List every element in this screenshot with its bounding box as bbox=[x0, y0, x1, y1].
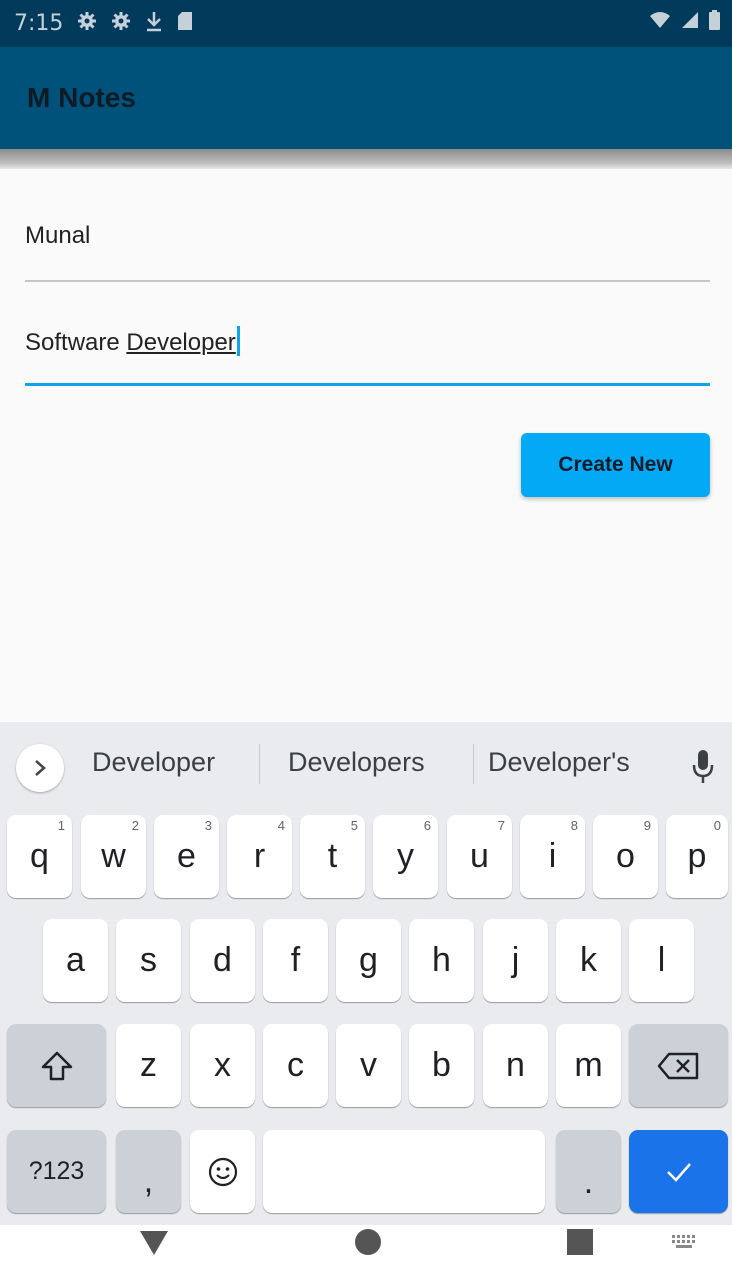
key-m[interactable]: m bbox=[556, 1024, 621, 1107]
app-bar-shadow bbox=[0, 149, 732, 169]
status-bar: 7:15 bbox=[0, 0, 732, 47]
key-u[interactable]: 7u bbox=[447, 815, 512, 898]
text-cursor bbox=[236, 326, 240, 356]
key-g[interactable]: g bbox=[336, 919, 401, 1002]
description-field-underline bbox=[25, 383, 710, 386]
keyboard: Developer Developers Developer's 1q 2w 3… bbox=[0, 722, 732, 1225]
description-composing-text: Developer bbox=[126, 329, 236, 356]
key-a[interactable]: a bbox=[43, 919, 108, 1002]
keyboard-switch-icon[interactable] bbox=[672, 1235, 698, 1249]
enter-key[interactable] bbox=[629, 1130, 728, 1213]
key-w[interactable]: 2w bbox=[81, 815, 146, 898]
wifi-icon bbox=[649, 11, 671, 34]
description-field-value: Software Developer bbox=[25, 326, 240, 356]
sd-card-icon bbox=[177, 11, 193, 37]
checkmark-icon bbox=[666, 1162, 691, 1182]
period-key[interactable]: . bbox=[556, 1130, 621, 1213]
app-bar: M Notes bbox=[0, 47, 732, 149]
key-d[interactable]: d bbox=[190, 919, 255, 1002]
key-p[interactable]: 0p bbox=[666, 815, 728, 898]
name-field[interactable]: Munal bbox=[25, 222, 710, 282]
key-j[interactable]: j bbox=[483, 919, 548, 1002]
key-f[interactable]: f bbox=[263, 919, 328, 1002]
suggestion-divider bbox=[473, 744, 474, 784]
key-i[interactable]: 8i bbox=[520, 815, 585, 898]
key-o[interactable]: 9o bbox=[593, 815, 658, 898]
download-icon bbox=[145, 10, 163, 38]
home-circle-icon[interactable] bbox=[354, 1228, 382, 1256]
key-y[interactable]: 6y bbox=[373, 815, 438, 898]
status-time: 7:15 bbox=[14, 11, 64, 36]
key-b[interactable]: b bbox=[409, 1024, 474, 1107]
key-e[interactable]: 3e bbox=[154, 815, 219, 898]
suggestion-3[interactable]: Developer's bbox=[488, 747, 630, 778]
key-c[interactable]: c bbox=[263, 1024, 328, 1107]
key-n[interactable]: n bbox=[483, 1024, 548, 1107]
key-l[interactable]: l bbox=[629, 919, 694, 1002]
back-triangle-icon[interactable] bbox=[139, 1230, 169, 1256]
name-field-underline bbox=[25, 280, 710, 282]
key-t[interactable]: 5t bbox=[300, 815, 365, 898]
space-key[interactable] bbox=[263, 1130, 545, 1213]
signal-icon bbox=[681, 11, 699, 34]
name-field-value: Munal bbox=[25, 222, 91, 249]
gear-icon bbox=[77, 11, 97, 37]
key-q[interactable]: 1q bbox=[7, 815, 72, 898]
key-v[interactable]: v bbox=[336, 1024, 401, 1107]
key-r[interactable]: 4r bbox=[227, 815, 292, 898]
suggestion-1[interactable]: Developer bbox=[92, 747, 215, 778]
description-field[interactable]: Software Developer bbox=[25, 326, 710, 386]
key-h[interactable]: h bbox=[409, 919, 474, 1002]
microphone-icon[interactable] bbox=[690, 748, 716, 788]
app-title: M Notes bbox=[27, 82, 136, 113]
emoji-key[interactable] bbox=[190, 1130, 255, 1213]
emoji-icon bbox=[208, 1157, 237, 1186]
comma-key[interactable]: , bbox=[116, 1130, 181, 1213]
shift-icon bbox=[41, 1051, 72, 1080]
backspace-key[interactable] bbox=[629, 1024, 728, 1107]
key-x[interactable]: x bbox=[190, 1024, 255, 1107]
recents-square-icon[interactable] bbox=[567, 1229, 593, 1255]
key-z[interactable]: z bbox=[116, 1024, 181, 1107]
backspace-icon bbox=[657, 1052, 698, 1079]
gear-icon bbox=[111, 11, 131, 37]
suggestion-strip: Developer Developers Developer's bbox=[0, 722, 732, 812]
chevron-right-icon[interactable] bbox=[16, 744, 64, 792]
suggestion-divider bbox=[259, 744, 260, 784]
shift-key[interactable] bbox=[7, 1024, 106, 1107]
symbols-key[interactable]: ?123 bbox=[7, 1130, 106, 1213]
key-s[interactable]: s bbox=[116, 919, 181, 1002]
key-k[interactable]: k bbox=[556, 919, 621, 1002]
battery-icon bbox=[709, 10, 720, 35]
navigation-bar bbox=[0, 1225, 732, 1285]
suggestion-2[interactable]: Developers bbox=[288, 747, 425, 778]
create-new-button[interactable]: Create New bbox=[521, 433, 710, 497]
description-prefix: Software bbox=[25, 329, 127, 356]
